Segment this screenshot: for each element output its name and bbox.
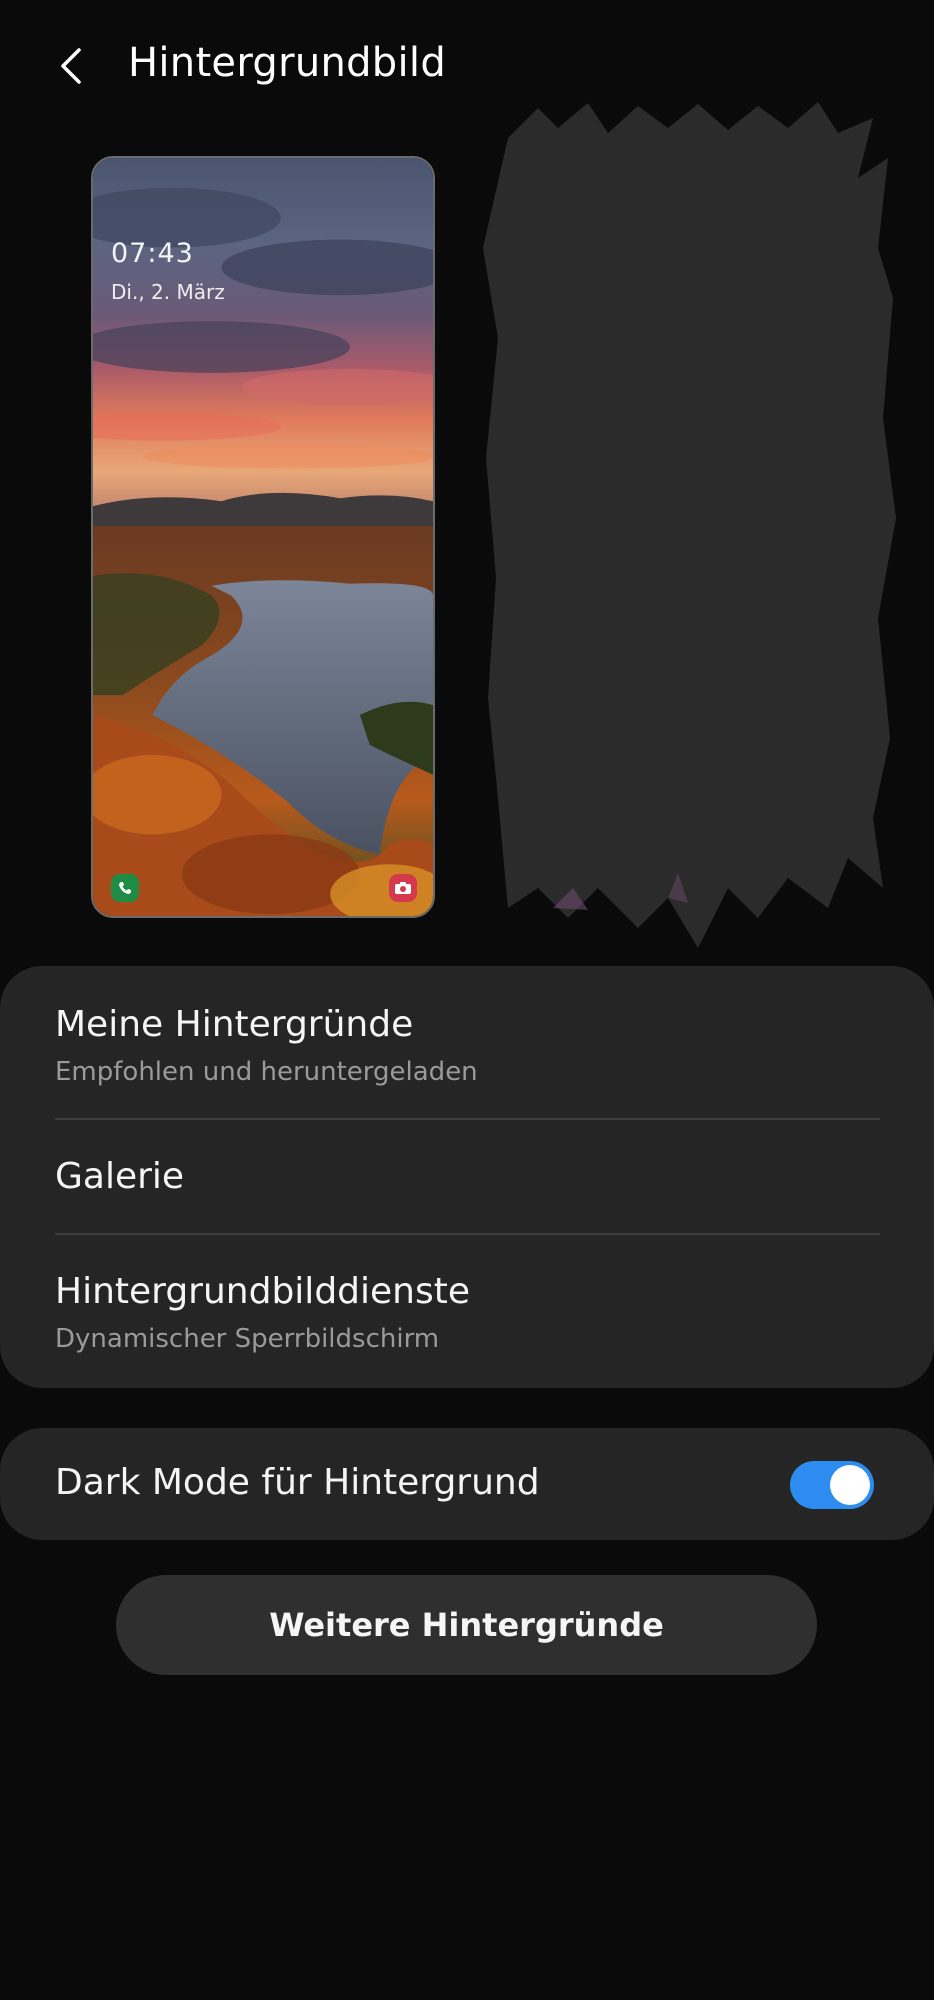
- lock-screen-preview[interactable]: 07:43 Di., 2. März: [91, 156, 435, 918]
- phone-icon: [119, 882, 131, 894]
- phone-shortcut: [111, 874, 139, 902]
- page-title: Hintergrundbild: [128, 40, 447, 86]
- camera-shortcut: [389, 874, 417, 902]
- lock-clock: 07:43: [111, 238, 194, 269]
- option-subtitle: Dynamischer Sperrbildschirm: [55, 1324, 440, 1354]
- option-wallpaper-services[interactable]: Hintergrundbilddienste Dynamischer Sperr…: [0, 1235, 934, 1388]
- dark-mode-toggle[interactable]: [790, 1461, 874, 1509]
- redacted-preview-image: [483, 102, 896, 948]
- wallpaper-settings-screen: Hintergrundbild 07:43 Di., 2. März Meine…: [0, 0, 934, 2000]
- chevron-left-icon: [61, 48, 81, 84]
- option-subtitle: Empfohlen und heruntergeladen: [55, 1057, 478, 1087]
- dark-mode-label: Dark Mode für Hintergrund: [55, 1462, 540, 1503]
- wallpaper-options-card: Meine Hintergründe Empfohlen und herunte…: [0, 966, 934, 1388]
- option-gallery[interactable]: Galerie: [0, 1120, 934, 1232]
- lock-date: Di., 2. März: [111, 280, 225, 304]
- more-wallpapers-label: Weitere Hintergründe: [269, 1606, 664, 1644]
- home-screen-preview[interactable]: [478, 98, 898, 958]
- camera-icon: [395, 882, 411, 894]
- option-title: Meine Hintergründe: [55, 1004, 414, 1045]
- option-title: Hintergrundbilddienste: [55, 1271, 471, 1312]
- option-title: Galerie: [55, 1156, 185, 1197]
- dark-mode-row[interactable]: Dark Mode für Hintergrund: [0, 1428, 934, 1540]
- toggle-knob: [830, 1465, 870, 1505]
- more-wallpapers-button[interactable]: Weitere Hintergründe: [116, 1575, 817, 1675]
- option-my-wallpapers[interactable]: Meine Hintergründe Empfohlen und herunte…: [0, 966, 934, 1118]
- landscape-wallpaper-image: [93, 158, 433, 916]
- back-button[interactable]: [44, 38, 100, 94]
